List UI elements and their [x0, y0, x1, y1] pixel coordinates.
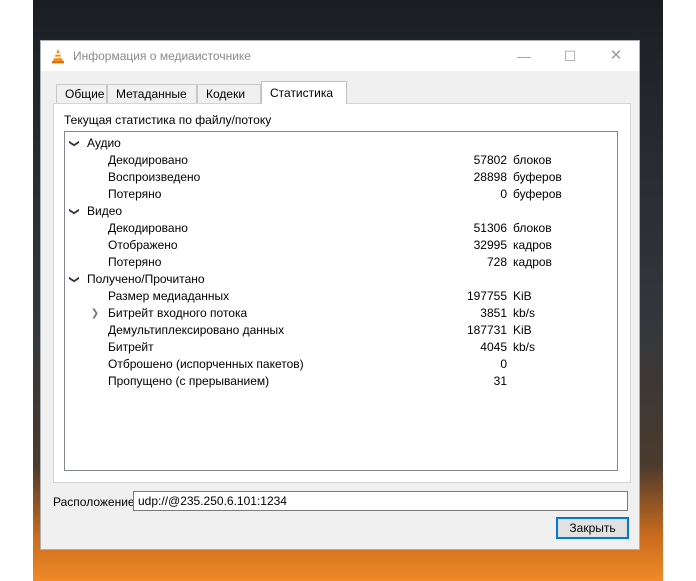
tab-general[interactable]: Общие [56, 84, 107, 103]
tree-row[interactable]: Пропущено (с прерыванием) 31 [65, 373, 617, 390]
media-info-dialog: Информация о медиаисточнике — ☐ ✕ Общие … [40, 40, 640, 550]
stat-value: 0 [500, 187, 507, 201]
stat-value: 31 [493, 374, 507, 388]
stat-label: Пропущено (с прерыванием) [108, 374, 270, 388]
tree-group-input[interactable]: ❯ Получено/Прочитано [65, 271, 617, 288]
tree-row[interactable]: Отброшено (испорченных пакетов) 0 [65, 356, 617, 373]
window-title: Информация о медиаисточнике [73, 49, 251, 63]
tree-row[interactable]: ❯ Битрейт входного потока 3851 kb/s [65, 305, 617, 322]
tree-group-video[interactable]: ❯ Видео [65, 203, 617, 220]
chevron-down-icon[interactable]: ❯ [66, 139, 83, 149]
stat-label: Битрейт входного потока [108, 306, 248, 320]
stat-value: 728 [486, 255, 507, 269]
chevron-right-icon[interactable]: ❯ [90, 305, 100, 322]
close-button[interactable]: Закрыть [556, 517, 629, 539]
minimize-button[interactable]: — [501, 41, 547, 71]
stat-value: 3851 [480, 306, 507, 320]
stat-unit: буферов [513, 187, 562, 201]
stat-label: Воспроизведено [108, 170, 201, 184]
stat-value: 0 [500, 357, 507, 371]
stat-value: 57802 [473, 153, 507, 167]
stat-value: 51306 [473, 221, 507, 235]
vlc-cone-icon [52, 49, 64, 64]
tree-row[interactable]: Демультиплексировано данных 187731 KiB [65, 322, 617, 339]
stat-unit: блоков [513, 153, 552, 167]
panel-heading: Текущая статистика по файлу/потоку [64, 113, 272, 127]
stat-label: Потеряно [108, 255, 162, 269]
tab-statistics[interactable]: Статистика [261, 81, 347, 104]
group-label: Получено/Прочитано [87, 272, 205, 286]
stat-label: Битрейт [108, 340, 154, 354]
stat-unit: блоков [513, 221, 552, 235]
statistics-panel: Текущая статистика по файлу/потоку ❯ Ауд… [53, 103, 631, 483]
tree-group-audio[interactable]: ❯ Аудио [65, 135, 617, 152]
statistics-tree[interactable]: ❯ Аудио Декодировано 57802 блоков Воспро… [64, 131, 618, 471]
stat-value: 197755 [466, 289, 507, 303]
close-window-button[interactable]: ✕ [593, 41, 639, 71]
stat-label: Декодировано [108, 153, 188, 167]
stat-unit: кадров [513, 238, 552, 252]
tab-codecs[interactable]: Кодеки [197, 84, 261, 103]
group-label: Видео [87, 204, 123, 218]
stat-label: Демультиплексировано данных [108, 323, 285, 337]
tree-row[interactable]: Отображено 32995 кадров [65, 237, 617, 254]
stat-unit: kb/s [513, 340, 536, 354]
maximize-button[interactable]: ☐ [547, 41, 593, 71]
chevron-down-icon[interactable]: ❯ [66, 207, 83, 217]
tree-row[interactable]: Декодировано 51306 блоков [65, 220, 617, 237]
tree-row[interactable]: Декодировано 57802 блоков [65, 152, 617, 169]
stat-unit: kb/s [513, 306, 536, 320]
stat-label: Отображено [108, 238, 178, 252]
title-bar[interactable]: Информация о медиаисточнике — ☐ ✕ [41, 41, 639, 71]
stat-unit: буферов [513, 170, 562, 184]
location-label: Расположение: [53, 495, 138, 509]
tree-row[interactable]: Потеряно 728 кадров [65, 254, 617, 271]
tab-metadata[interactable]: Метаданные [107, 84, 197, 103]
location-field[interactable] [133, 491, 628, 511]
stat-value: 4045 [480, 340, 507, 354]
tree-row[interactable]: Воспроизведено 28898 буферов [65, 169, 617, 186]
group-label: Аудио [87, 136, 121, 150]
stat-label: Размер медиаданных [108, 289, 230, 303]
stat-value: 187731 [466, 323, 507, 337]
tree-row[interactable]: Размер медиаданных 197755 KiB [65, 288, 617, 305]
stat-label: Потеряно [108, 187, 162, 201]
stat-value: 28898 [473, 170, 507, 184]
stat-label: Отброшено (испорченных пакетов) [108, 357, 304, 371]
stat-unit: кадров [513, 255, 552, 269]
stat-value: 32995 [473, 238, 507, 252]
tree-row[interactable]: Битрейт 4045 kb/s [65, 339, 617, 356]
stat-unit: KiB [513, 289, 532, 303]
tree-row[interactable]: Потеряно 0 буферов [65, 186, 617, 203]
chevron-down-icon[interactable]: ❯ [66, 275, 83, 285]
stat-label: Декодировано [108, 221, 188, 235]
stat-unit: KiB [513, 323, 532, 337]
